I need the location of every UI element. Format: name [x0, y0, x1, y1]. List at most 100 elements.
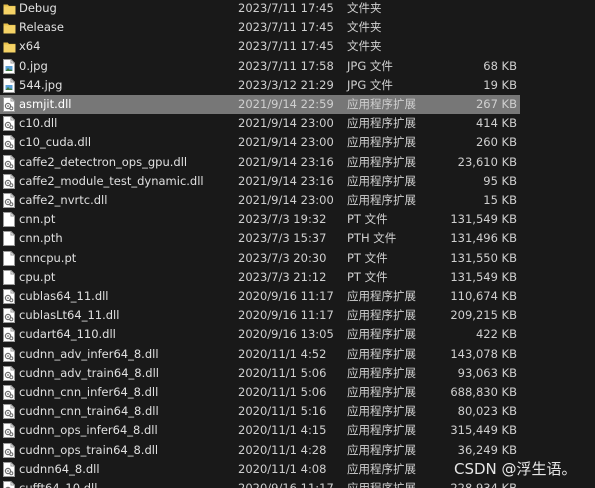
file-row-25[interactable]: cufft64_10.dll 2020/9/16 11:17 应用程序扩展 22…	[0, 479, 520, 488]
file-row-23[interactable]: cudnn_ops_train64_8.dll 2020/11/1 4:28 应…	[0, 441, 520, 460]
file-date-modified: 2023/7/3 21:12	[238, 269, 327, 284]
file-size: 93,063 KB	[457, 365, 517, 380]
file-row-6[interactable]: c10.dll 2021/9/14 23:00 应用程序扩展 414 KB	[0, 114, 520, 133]
file-date-modified: 2020/11/1 5:16	[238, 404, 327, 419]
file-row-9[interactable]: caffe2_module_test_dynamic.dll 2021/9/14…	[0, 172, 520, 191]
dll-file-icon	[3, 404, 15, 420]
dll-file-icon	[3, 289, 15, 304]
file-row-1[interactable]: Release 2023/7/11 17:45 文件夹	[0, 18, 520, 37]
file-name: cudnn_adv_train64_8.dll	[19, 365, 159, 380]
file-row-3[interactable]: 0.jpg 2023/7/11 17:58 JPG 文件 68 KB	[0, 57, 520, 76]
file-name: caffe2_module_test_dynamic.dll	[19, 173, 204, 188]
watermark: CSDN @浮生语。	[454, 460, 577, 478]
file-date-modified: 2020/9/16 13:05	[238, 327, 334, 342]
file-row-15[interactable]: cublas64_11.dll 2020/9/16 11:17 应用程序扩展 1…	[0, 287, 520, 306]
file-date-modified: 2021/9/14 23:00	[238, 116, 334, 131]
file-size: 68 KB	[483, 58, 517, 73]
file-size: 260 KB	[475, 135, 517, 150]
dll-file-icon	[3, 442, 15, 458]
dll-file-icon	[3, 154, 15, 170]
file-date-modified: 2023/7/3 20:30	[238, 250, 327, 265]
file-name: asmjit.dll	[19, 97, 72, 111]
file-type: 应用程序扩展	[347, 173, 416, 188]
file-date-modified: 2021/9/14 23:00	[238, 135, 334, 150]
file-row-13[interactable]: cnncpu.pt 2023/7/3 20:30 PT 文件 131,550 K…	[0, 249, 520, 268]
dll-file-icon	[3, 423, 15, 439]
file-name: cublasLt64_11.dll	[19, 308, 120, 323]
file-name: cudnn_adv_infer64_8.dll	[19, 346, 159, 361]
file-name: caffe2_detectron_ops_gpu.dll	[19, 154, 188, 169]
file-name: cudnn64_8.dll	[19, 461, 100, 476]
file-row-14[interactable]: cpu.pt 2023/7/3 21:12 PT 文件 131,549 KB	[0, 268, 520, 287]
file-row-22[interactable]: cudnn_ops_infer64_8.dll 2020/11/1 4:15 应…	[0, 421, 520, 440]
file-size: 414 KB	[475, 116, 517, 131]
file-row-8[interactable]: caffe2_detectron_ops_gpu.dll 2021/9/14 2…	[0, 153, 520, 172]
file-name: 0.jpg	[19, 58, 48, 73]
file-name: Release	[19, 20, 64, 35]
file-row-17[interactable]: cudart64_110.dll 2020/9/16 13:05 应用程序扩展 …	[0, 325, 520, 344]
file-row-4[interactable]: 544.jpg 2023/3/12 21:29 JPG 文件 19 KB	[0, 76, 520, 95]
file-date-modified: 2021/9/14 23:00	[238, 193, 334, 207]
file-date-modified: 2020/11/1 5:06	[238, 365, 327, 380]
file-type: PTH 文件	[347, 231, 397, 246]
file-row-7[interactable]: c10_cuda.dll 2021/9/14 23:00 应用程序扩展 260 …	[0, 133, 520, 152]
file-date-modified: 2021/9/14 22:59	[238, 97, 334, 111]
file-date-modified: 2020/11/1 4:52	[238, 346, 327, 361]
file-row-16[interactable]: cublasLt64_11.dll 2020/9/16 11:17 应用程序扩展…	[0, 306, 520, 325]
file-type: 应用程序扩展	[347, 423, 416, 438]
file-row-21[interactable]: cudnn_cnn_train64_8.dll 2020/11/1 5:16 应…	[0, 402, 520, 421]
file-date-modified: 2023/7/3 19:32	[238, 212, 327, 227]
file-name: 544.jpg	[19, 77, 63, 92]
file-row-19[interactable]: cudnn_adv_train64_8.dll 2020/11/1 5:06 应…	[0, 364, 520, 383]
file-type: 应用程序扩展	[347, 481, 416, 488]
file-row-0[interactable]: Debug 2023/7/11 17:45 文件夹	[0, 0, 520, 18]
file-size: 131,549 KB	[450, 269, 517, 284]
file-row-10[interactable]: caffe2_nvrtc.dll 2021/9/14 23:00 应用程序扩展 …	[0, 191, 520, 210]
file-name: cudnn_ops_train64_8.dll	[19, 442, 159, 457]
file-type: 应用程序扩展	[347, 404, 416, 419]
file-row-20[interactable]: cudnn_cnn_infer64_8.dll 2020/11/1 5:06 应…	[0, 383, 520, 402]
file-size: 23,610 KB	[457, 154, 517, 169]
blank-file-icon	[3, 269, 15, 285]
dll-file-icon	[3, 365, 15, 381]
file-name: cpu.pt	[19, 269, 56, 284]
dll-file-icon	[3, 97, 15, 112]
file-type: 应用程序扩展	[347, 308, 416, 323]
file-type: 文件夹	[347, 1, 382, 15]
file-row-11[interactable]: cnn.pt 2023/7/3 19:32 PT 文件 131,549 KB	[0, 210, 520, 229]
file-date-modified: 2020/9/16 11:17	[238, 308, 334, 323]
file-date-modified: 2020/11/1 5:06	[238, 385, 327, 399]
file-date-modified: 2023/7/11 17:58	[238, 58, 334, 73]
file-name: caffe2_nvrtc.dll	[19, 193, 108, 207]
file-size: 36,249 KB	[457, 442, 517, 457]
file-name: cufft64_10.dll	[19, 481, 98, 488]
folder-icon	[3, 39, 16, 54]
file-row-2[interactable]: x64 2023/7/11 17:45 文件夹	[0, 37, 520, 56]
file-row-12[interactable]: cnn.pth 2023/7/3 15:37 PTH 文件 131,496 KB	[0, 229, 520, 248]
file-row-18[interactable]: cudnn_adv_infer64_8.dll 2020/11/1 4:52 应…	[0, 345, 520, 364]
file-type: PT 文件	[347, 269, 388, 284]
file-type: 应用程序扩展	[347, 461, 416, 476]
file-date-modified: 2020/11/1 4:08	[238, 461, 327, 476]
file-row-5[interactable]: asmjit.dll 2021/9/14 22:59 应用程序扩展 267 KB	[0, 95, 520, 114]
file-size: 267 KB	[475, 97, 517, 111]
file-name: cudnn_cnn_train64_8.dll	[19, 404, 159, 419]
file-date-modified: 2020/11/1 4:15	[238, 423, 327, 438]
file-name: cudnn_ops_infer64_8.dll	[19, 423, 158, 438]
file-date-modified: 2023/7/11 17:45	[238, 1, 334, 15]
file-type: 应用程序扩展	[347, 97, 416, 111]
file-row-24[interactable]: cudnn64_8.dll 2020/11/1 4:08 应用程序扩展	[0, 460, 520, 479]
file-type: 文件夹	[347, 39, 382, 54]
file-name: cnncpu.pt	[19, 250, 77, 265]
file-type: 应用程序扩展	[347, 442, 416, 457]
blank-file-icon	[3, 250, 15, 266]
dll-file-icon	[3, 346, 15, 362]
file-size: 209,215 KB	[450, 308, 517, 323]
file-type: 文件夹	[347, 20, 382, 35]
dll-file-icon	[3, 193, 15, 208]
dll-file-icon	[3, 385, 15, 400]
image-file-icon	[3, 58, 15, 74]
file-date-modified: 2020/11/1 4:28	[238, 442, 327, 457]
blank-file-icon	[3, 212, 15, 228]
file-date-modified: 2023/7/11 17:45	[238, 20, 334, 35]
